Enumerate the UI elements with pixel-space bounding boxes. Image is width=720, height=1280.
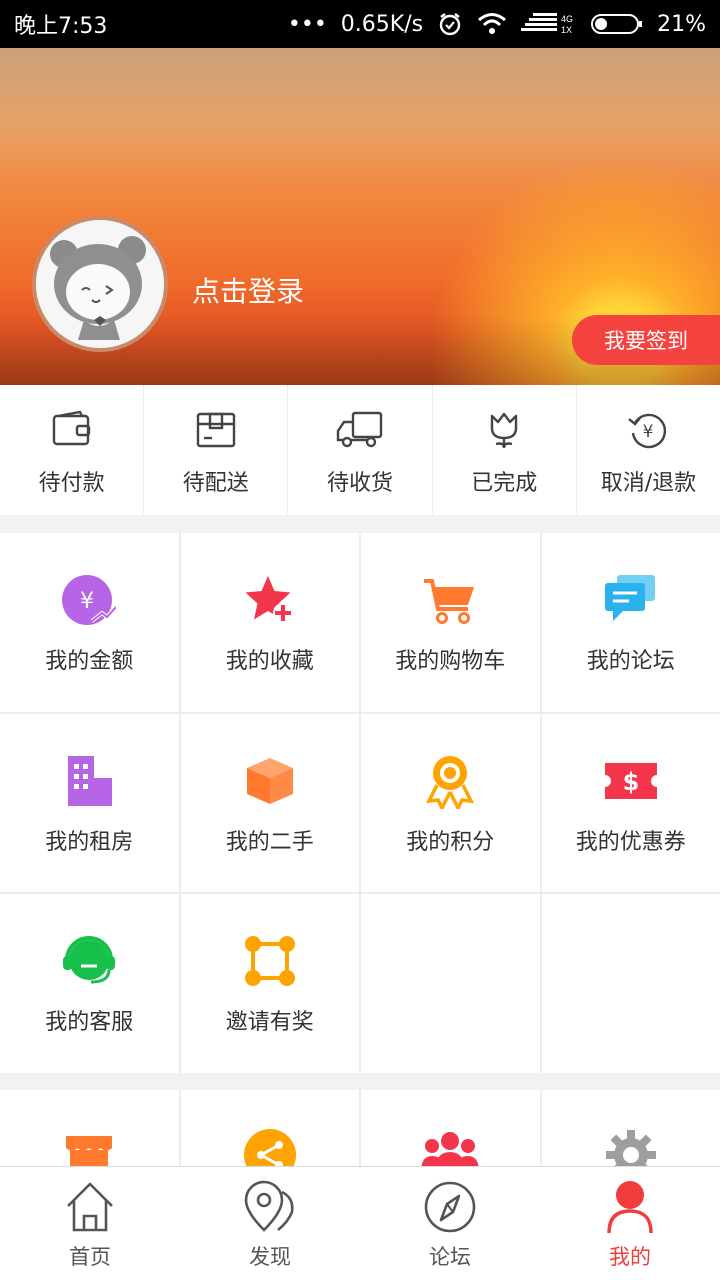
battery-icon — [591, 12, 643, 36]
tab-label: 发现 — [249, 1245, 291, 1269]
my-secondhand[interactable]: 我的二手 — [180, 713, 359, 893]
my-points[interactable]: 我的积分 — [361, 713, 540, 893]
sim-label: 1X — [561, 25, 572, 35]
tab-discover[interactable]: 发现 — [180, 1167, 360, 1280]
feature-label: 邀请有奖 — [225, 1010, 314, 1036]
order-completed[interactable]: 已完成 — [433, 385, 577, 515]
tab-mine[interactable]: 我的 — [540, 1167, 720, 1280]
order-label: 待付款 — [38, 471, 105, 496]
my-cart[interactable]: 我的购物车 — [361, 533, 540, 712]
feature-label: 我的优惠券 — [575, 829, 686, 855]
order-cancel-refund[interactable]: ¥ 取消/退款 — [577, 385, 720, 515]
order-label: 待收货 — [327, 471, 394, 496]
feature-label: 我的论坛 — [586, 649, 675, 674]
feature-label: 我的购物车 — [395, 649, 506, 674]
order-label: 已完成 — [471, 471, 538, 496]
order-label: 取消/退款 — [600, 471, 697, 496]
svg-text:¥: ¥ — [643, 422, 654, 442]
svg-text:¥: ¥ — [80, 589, 94, 614]
map-pin-icon — [242, 1179, 298, 1235]
alarm-icon — [437, 11, 463, 37]
my-coupons[interactable]: $ 我的优惠券 — [541, 713, 720, 893]
refund-icon: ¥ — [627, 409, 669, 451]
bottom-tab-bar: 首页 发现 论坛 我的 — [0, 1166, 720, 1280]
status-dots: ••• — [287, 11, 327, 37]
tab-label: 论坛 — [429, 1245, 471, 1269]
wifi-icon — [477, 12, 507, 36]
svg-text:$: $ — [622, 768, 639, 796]
tab-home[interactable]: 首页 — [0, 1167, 180, 1280]
tab-forum[interactable]: 论坛 — [360, 1167, 540, 1280]
cart-icon — [422, 573, 478, 627]
chat-bubbles-icon — [603, 573, 659, 627]
network-speed: 0.65K/s — [340, 11, 424, 37]
order-label: 待配送 — [182, 471, 249, 496]
feature-label: 我的收藏 — [225, 649, 314, 674]
my-customer-service[interactable]: 我的客服 — [0, 894, 179, 1073]
avatar[interactable] — [32, 216, 168, 352]
order-pending-payment[interactable]: 待付款 — [0, 385, 145, 515]
feature-grid: ¥ 我的金额 我的收藏 我的购物车 我的论坛 我的租房 我的二手 我的积分 $ … — [0, 533, 720, 1073]
tab-label: 我的 — [609, 1245, 651, 1269]
building-icon — [62, 754, 116, 808]
empty-cell — [361, 894, 540, 1073]
box-icon — [243, 754, 297, 808]
empty-cell — [541, 894, 720, 1073]
home-icon — [64, 1179, 116, 1235]
invite-network-icon — [243, 934, 297, 988]
tab-label: 首页 — [69, 1245, 111, 1269]
order-status-row: 待付款 待配送 待收货 已完成 ¥ 取消/退款 — [0, 385, 720, 515]
feature-label: 我的客服 — [45, 1010, 134, 1036]
status-right: ••• 0.65K/s 4G 1X 21% — [288, 11, 706, 37]
login-prompt[interactable]: 点击登录 — [192, 270, 304, 310]
tulip-icon — [484, 409, 524, 451]
status-time: 晚上7:53 — [14, 14, 108, 39]
compass-icon — [423, 1179, 477, 1235]
feature-label: 我的积分 — [406, 829, 495, 855]
signin-button[interactable]: 我要签到 — [572, 315, 720, 365]
order-pending-delivery[interactable]: 待配送 — [144, 385, 289, 515]
balance-icon: ¥ — [62, 573, 117, 627]
headset-icon — [61, 934, 117, 988]
bear-avatar-icon — [36, 220, 164, 348]
feature-label: 我的租房 — [45, 829, 134, 855]
wallet-icon — [51, 409, 93, 451]
my-balance[interactable]: ¥ 我的金额 — [0, 533, 179, 712]
my-favorites[interactable]: 我的收藏 — [180, 533, 359, 712]
truck-icon — [335, 409, 385, 451]
network-type: 4G — [561, 14, 573, 24]
order-pending-receipt[interactable]: 待收货 — [288, 385, 433, 515]
invite-rewards[interactable]: 邀请有奖 — [180, 894, 359, 1073]
favorite-star-icon — [243, 573, 297, 627]
signal-icon: 4G 1X — [521, 12, 577, 36]
my-rental[interactable]: 我的租房 — [0, 713, 179, 893]
profile-header: 点击登录 我要签到 — [0, 48, 720, 385]
feature-label: 我的金额 — [45, 649, 134, 674]
battery-level: 21% — [657, 11, 706, 37]
status-bar: 晚上7:53 ••• 0.65K/s 4G 1X 21% — [0, 0, 720, 48]
my-forum[interactable]: 我的论坛 — [541, 533, 720, 712]
medal-icon — [423, 754, 477, 809]
coupon-icon: $ — [603, 754, 659, 808]
package-icon — [195, 409, 237, 451]
feature-label: 我的二手 — [225, 829, 314, 855]
user-icon — [603, 1179, 657, 1235]
